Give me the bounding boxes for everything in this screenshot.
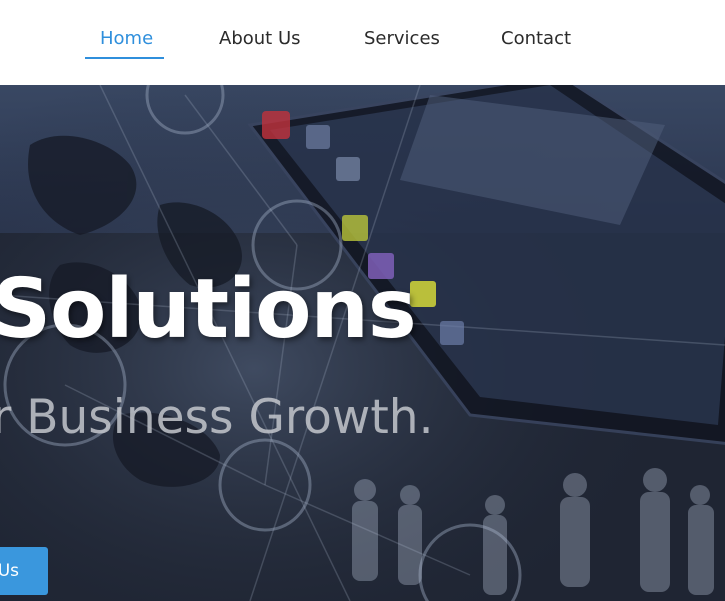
navbar: Home About Us Services Contact: [0, 0, 725, 85]
nav-item-services[interactable]: Services: [364, 26, 440, 52]
nav-item-about-us[interactable]: About Us: [219, 26, 301, 52]
hero-button-label: Us: [0, 561, 19, 581]
hero-section: Solutions r Business Growth. Us: [0, 85, 725, 601]
hero-contact-button[interactable]: Us: [0, 547, 48, 595]
nav-item-contact[interactable]: Contact: [501, 26, 571, 52]
nav-active-underline: [85, 57, 164, 59]
hero-title: Solutions: [0, 262, 417, 357]
page: Home About Us Services Contact Solutions…: [0, 0, 725, 601]
hero-subtitle: r Business Growth.: [0, 390, 434, 445]
nav-item-home[interactable]: Home: [100, 26, 153, 52]
